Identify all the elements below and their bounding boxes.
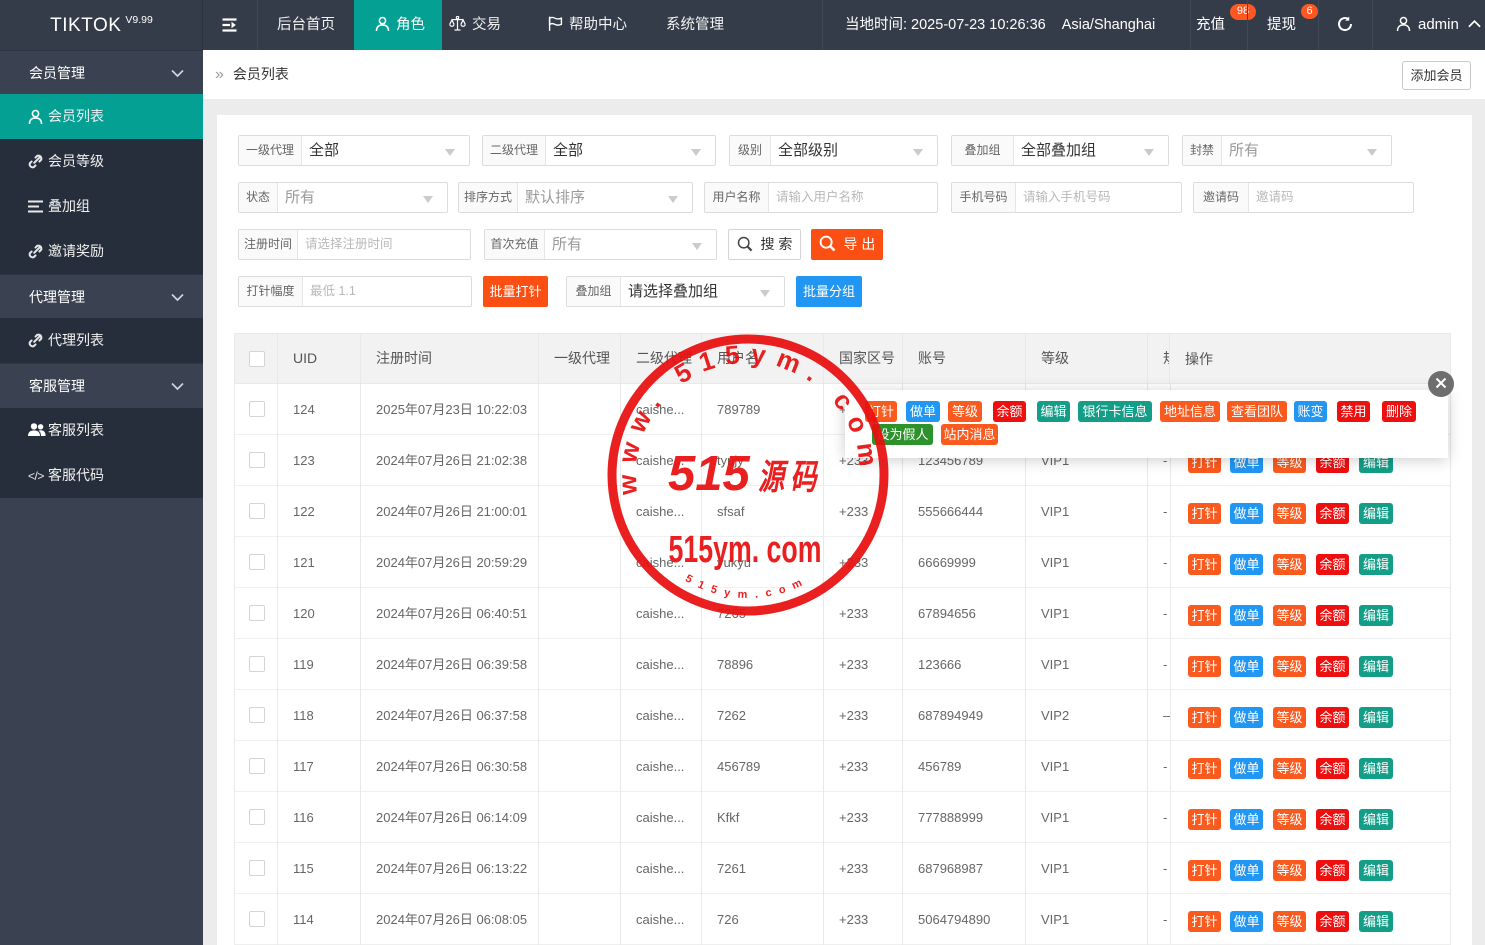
svg-text:515ym. com: 515ym. com [669, 529, 822, 571]
svg-text:515: 515 [668, 447, 751, 501]
svg-text:5 1 5 y m . c o m: 5 1 5 y m . c o m [683, 573, 806, 602]
svg-text:源码: 源码 [758, 457, 822, 497]
